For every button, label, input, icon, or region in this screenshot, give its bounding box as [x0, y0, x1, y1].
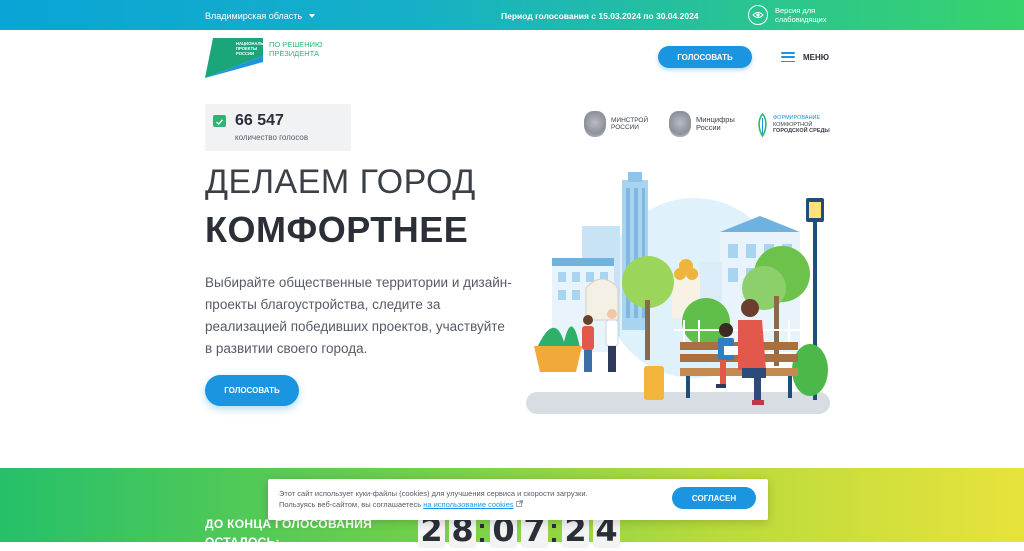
logo-tagline: ПО РЕШЕНИЮ ПРЕЗИДЕНТА — [269, 40, 323, 58]
votes-count-label: количество голосов — [235, 133, 309, 142]
votes-count: 66 547 — [235, 112, 284, 129]
cookie-policy-link[interactable]: на использование cookies — [423, 500, 513, 509]
countdown-label: ДО КОНЦА ГОЛОСОВАНИЯ ОСТАЛОСЬ: — [205, 517, 373, 549]
hamburger-icon — [781, 52, 795, 62]
header: НАЦИОНАЛЬНЫЕ ПРОЕКТЫ РОССИИ ПО РЕШЕНИЮ П… — [0, 30, 1024, 90]
hero-description: Выбирайте общественные территории и диза… — [205, 275, 512, 356]
partner-comfortable-environment[interactable]: ФОРМИРОВАНИЕ КОМФОРТНОЙ ГОРОДСКОЙ СРЕДЫ — [757, 113, 830, 137]
coat-of-arms-icon — [584, 111, 606, 137]
hero-title-line2: КОМФОРТНЕЕ — [205, 209, 469, 250]
menu-button[interactable]: МЕНЮ — [781, 52, 829, 62]
leaf-logo-icon — [758, 113, 767, 137]
check-message-icon — [213, 115, 226, 127]
city-park-illustration — [526, 172, 830, 414]
coat-of-arms-icon — [669, 111, 691, 137]
cookie-text: Этот сайт использует куки-файлы (cookies… — [279, 489, 588, 509]
national-projects-logo[interactable]: НАЦИОНАЛЬНЫЕ ПРОЕКТЫ РОССИИ ПО РЕШЕНИЮ П… — [205, 38, 335, 78]
partner-mintsifry[interactable]: Минцифры России — [669, 111, 735, 137]
cookie-banner: Этот сайт использует куки-файлы (cookies… — [268, 479, 768, 520]
vote-button-hero[interactable]: ГОЛОСОВАТЬ — [205, 375, 299, 406]
votes-counter: 66 547 количество голосов — [205, 104, 351, 151]
top-bar: Владимирская область Период голосования … — [0, 0, 1024, 30]
region-selector[interactable]: Владимирская область — [205, 11, 316, 21]
vote-button-header[interactable]: ГОЛОСОВАТЬ — [658, 46, 752, 68]
cookie-agree-button[interactable]: СОГЛАСЕН — [672, 487, 756, 509]
external-link-icon[interactable] — [515, 499, 523, 507]
voting-period: Период голосования с 15.03.2024 по 30.04… — [501, 11, 699, 21]
eye-icon — [748, 5, 768, 25]
menu-label: МЕНЮ — [803, 52, 830, 62]
accessibility-version-link[interactable]: Версия для слабовидящих — [748, 5, 827, 25]
caret-down-icon — [309, 14, 316, 18]
partner-minstroy[interactable]: МИНСТРОЙ РОССИИ — [584, 111, 648, 137]
region-label: Владимирская область — [205, 11, 303, 21]
accessibility-label: Версия для слабовидящих — [775, 6, 827, 24]
logo-mark-text: НАЦИОНАЛЬНЫЕ ПРОЕКТЫ РОССИИ — [236, 41, 274, 56]
hero-title-line1: ДЕЛАЕМ ГОРОД — [205, 163, 476, 201]
